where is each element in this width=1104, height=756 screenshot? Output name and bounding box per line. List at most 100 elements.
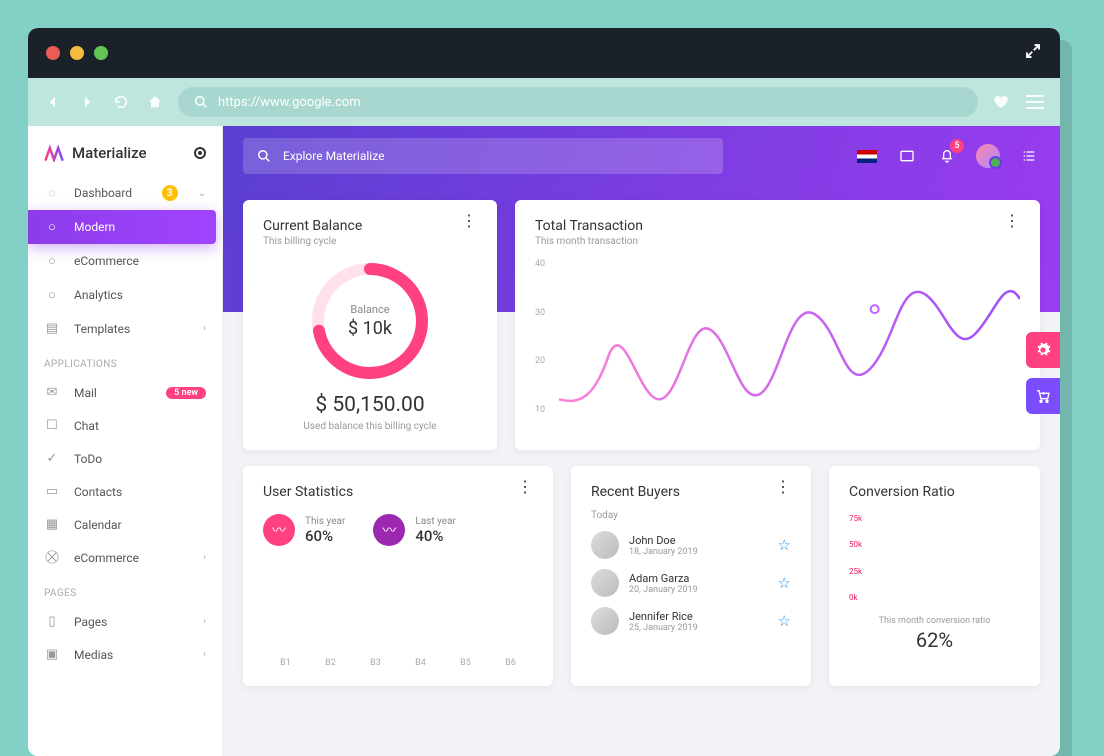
card-title: User Statistics [263,484,353,500]
sidebar-item-todo[interactable]: ✓ToDo [28,442,222,475]
sidebar-item-mail[interactable]: ✉Mail5 new [28,376,222,409]
chevron-right-icon: › [203,649,206,660]
y-axis: 40302010 [535,259,545,415]
trend-down-icon: 〰 [373,514,405,546]
minimize-icon[interactable] [70,46,84,60]
sidebar-item-medias[interactable]: ▣Medias› [28,638,222,671]
settings-fab[interactable] [1026,332,1060,368]
expand-icon [899,148,915,164]
balance-amount: $ 50,150.00 [263,393,477,417]
templates-icon: ▤ [44,321,60,336]
userstats-bars [263,556,533,652]
avatar [591,569,619,597]
section-applications: APPLICATIONS [28,345,222,376]
chevron-right-icon: › [203,552,206,563]
buyers-today-label: Today [591,510,791,521]
forward-icon[interactable] [76,91,98,113]
brand-name: Materialize [72,144,147,162]
window-controls [46,46,108,60]
sidebar-pin-icon[interactable] [194,147,206,159]
sidebar: Materialize ◌Dashboard3⌄ ○Modern ○eComme… [28,126,223,756]
more-icon[interactable]: ⋮ [775,484,791,490]
dashboard-icon: ◌ [44,185,60,201]
sidebar-item-templates[interactable]: ▤Templates› [28,312,222,345]
more-icon[interactable]: ⋮ [461,218,477,224]
app-body: Materialize ◌Dashboard3⌄ ○Modern ○eComme… [28,126,1060,756]
buyer-row[interactable]: John Doe18, January 2019☆ [591,531,791,559]
cart-fab[interactable] [1026,378,1060,414]
trend-up-icon: 〰 [263,514,295,546]
browser-toolbar: https://www.google.com [28,78,1060,126]
x-axis: B1B2B3B4B5B6 [263,658,533,668]
card-user-statistics: User Statistics ⋮ 〰This year60% 〰Last yea… [243,466,553,686]
brand-logo-icon [44,144,64,162]
notif-badge: 5 [950,139,964,153]
notifications-button[interactable]: 5 [936,147,958,165]
search-icon [194,95,208,109]
y-axis: 75k50k25k0k [849,514,862,602]
card-title: Total Transaction [535,218,643,234]
sidebar-item-pages[interactable]: ▯Pages› [28,605,222,638]
back-icon[interactable] [42,91,64,113]
card-total-transaction: Total Transaction This month transaction ⋮… [515,200,1040,450]
titlebar [28,28,1060,78]
sidebar-item-analytics[interactable]: ○Analytics [28,278,222,312]
card-subtitle: This month transaction [535,236,643,247]
browser-window: https://www.google.com Materialize ◌Dash… [28,28,1060,756]
bullet-icon: ○ [44,253,60,269]
sidebar-item-ecommerce2[interactable]: ⛒eCommerce› [28,541,222,574]
card-recent-buyers: Recent Buyers⋮ Today John Doe18, January… [571,466,811,686]
card-current-balance: Current BalanceThis billing cycle⋮ Balan… [243,200,497,450]
cart-icon: ⛒ [44,550,60,565]
sidebar-item-dashboard[interactable]: ◌Dashboard3⌄ [28,176,222,210]
more-icon[interactable]: ⋮ [1004,218,1020,224]
mail-icon: ✉ [44,385,60,400]
avatar[interactable] [976,144,1000,168]
balance-donut: Balance$ 10k [306,257,434,385]
conversion-value: 62% [849,628,1020,652]
language-flag[interactable] [856,147,878,165]
sidebar-item-ecommerce[interactable]: ○eCommerce [28,244,222,278]
bullet-icon: ○ [44,287,60,303]
sidebar-item-contacts[interactable]: ▭Contacts [28,475,222,508]
url-bar[interactable]: https://www.google.com [178,87,978,117]
transaction-chart: 40302010 [535,259,1020,429]
card-subtitle: This billing cycle [263,236,362,247]
bullet-icon: ○ [44,219,60,235]
star-icon[interactable]: ☆ [778,574,791,592]
balance-amount-sub: Used balance this billing cycle [263,421,477,432]
fullscreen-icon[interactable] [1024,42,1042,65]
sidebar-item-chat[interactable]: ☐Chat [28,409,222,442]
buyer-row[interactable]: Jennifer Rice25, January 2019☆ [591,607,791,635]
chevron-right-icon: › [203,323,206,334]
buyer-row[interactable]: Adam Garza20, January 2019☆ [591,569,791,597]
section-pages: PAGES [28,574,222,605]
brand: Materialize [28,138,222,176]
home-icon[interactable] [144,91,166,113]
favorite-icon[interactable] [990,91,1012,113]
close-icon[interactable] [46,46,60,60]
menu-icon[interactable] [1024,91,1046,113]
maximize-icon[interactable] [94,46,108,60]
star-icon[interactable]: ☆ [778,612,791,630]
star-icon[interactable]: ☆ [778,536,791,554]
more-menu[interactable] [1018,147,1040,165]
badge: 5 new [166,387,206,399]
sidebar-item-calendar[interactable]: ▦Calendar [28,508,222,541]
chat-icon: ☐ [44,418,60,433]
search-input[interactable]: Explore Materialize [243,138,723,174]
conversion-chart: 75k50k25k0k [849,514,1020,602]
contacts-icon: ▭ [44,484,60,499]
cart-icon [1035,388,1051,404]
stat-last-year: 〰Last year40% [373,514,456,546]
main-content: Explore Materialize 5 Current BalanceThi… [223,126,1060,756]
search-icon [257,149,271,163]
fullscreen-toggle[interactable] [896,147,918,165]
chevron-right-icon: › [203,616,206,627]
avatar [591,607,619,635]
reload-icon[interactable] [110,91,132,113]
more-icon[interactable]: ⋮ [517,484,533,490]
sidebar-item-modern[interactable]: ○Modern [28,210,216,244]
clipboard-icon: ▯ [44,614,60,629]
stat-this-year: 〰This year60% [263,514,345,546]
